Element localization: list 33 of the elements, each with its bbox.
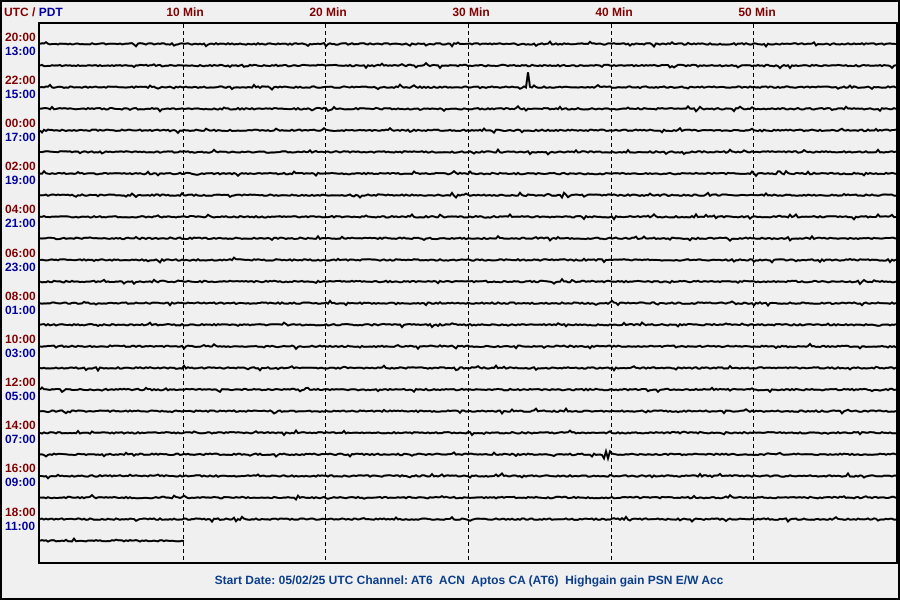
utc-time-label: 00:00 [5, 116, 36, 130]
pdt-time-label: 11:00 [5, 518, 36, 533]
utc-time-label: 06:00 [5, 246, 36, 260]
utc-time-label: 04:00 [5, 202, 36, 216]
separator: / [32, 5, 36, 19]
pdt-time-label: 05:00 [5, 389, 36, 404]
pdt-time-label: 01:00 [5, 302, 36, 317]
utc-time-label: 18:00 [5, 504, 36, 519]
utc-time-label: 12:00 [5, 375, 36, 390]
pdt-time-label: 03:00 [5, 346, 36, 360]
minute-label: 10 Min [166, 5, 204, 19]
minute-label: 50 Min [738, 5, 776, 19]
minute-label: 20 Min [309, 5, 347, 19]
pdt-time-label: 17:00 [5, 130, 36, 144]
utc-time-label: 10:00 [5, 332, 36, 346]
station-info: Start Date: 05/02/25 UTC Channel: AT6 ACN Aptos CA (AT6) Highgain gain PSN E/W Acc [214, 572, 724, 589]
minute-label: 30 Min [452, 5, 490, 19]
utc-time-label: 16:00 [5, 461, 36, 476]
utc-time-label: 20:00 [5, 30, 36, 44]
pdt-heading: PDT [38, 5, 63, 19]
utc-time-label: 08:00 [5, 288, 36, 303]
pdt-time-label: 07:00 [5, 432, 36, 446]
pdt-time-label: 09:00 [5, 475, 36, 490]
utc-heading: UTC [4, 5, 29, 19]
pdt-time-label: 13:00 [5, 44, 36, 58]
pdt-time-label: 21:00 [5, 216, 36, 230]
pdt-time-label: 23:00 [5, 260, 36, 274]
pdt-time-label: 19:00 [5, 173, 36, 188]
minute-label: 40 Min [595, 5, 633, 19]
pdt-time-label: 15:00 [5, 86, 36, 101]
utc-time-label: 02:00 [5, 159, 36, 174]
utc-time-label: 22:00 [5, 72, 36, 87]
utc-time-label: 14:00 [5, 418, 36, 432]
